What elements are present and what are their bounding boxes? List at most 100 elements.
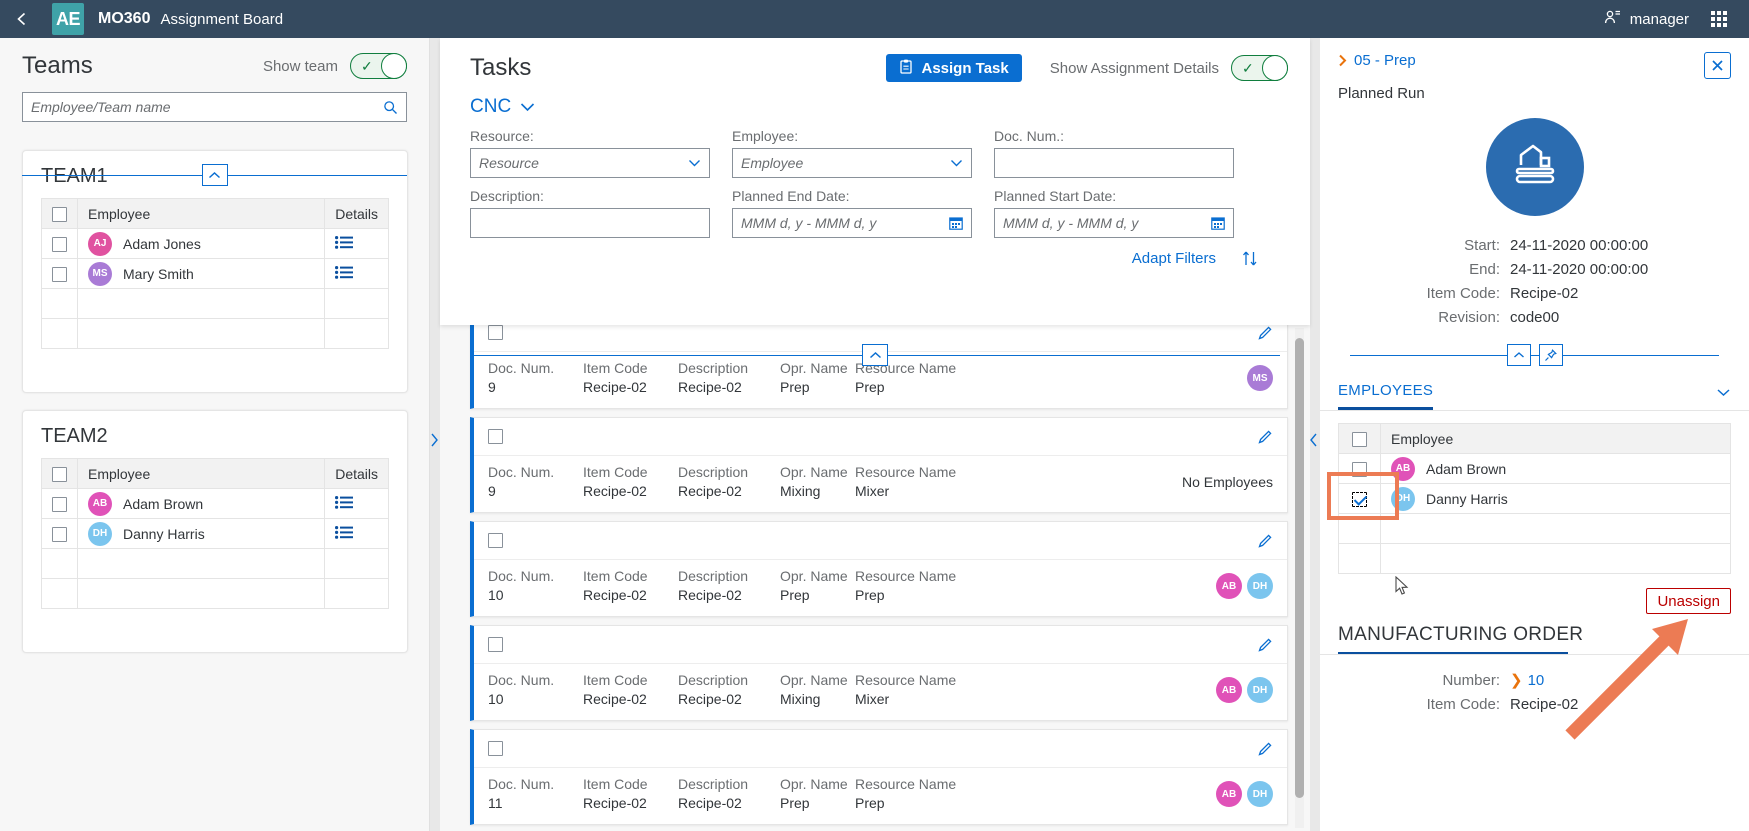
table-row[interactable]: AB Adam Brown (42, 489, 389, 519)
details-list-icon[interactable] (335, 266, 353, 279)
column-header: Resource Name (855, 776, 965, 792)
task-assignees: AB DH (1216, 677, 1273, 703)
detail-header: 05 - Prep (1320, 38, 1749, 79)
task-checkbox[interactable] (488, 741, 503, 756)
chevron-down-icon[interactable] (1716, 388, 1731, 405)
select-all-checkbox[interactable] (52, 207, 67, 222)
field-value[interactable]: ❯10 (1510, 669, 1544, 693)
row-checkbox[interactable] (1352, 462, 1367, 477)
employee-select[interactable]: Employee (732, 148, 972, 178)
adapt-filters-link[interactable]: Adapt Filters (1132, 250, 1216, 267)
pencil-icon[interactable] (1258, 637, 1273, 652)
left-splitter-expand-icon[interactable] (426, 425, 442, 455)
task-assignees: MS (1247, 365, 1273, 391)
task-list-scrollbar-thumb[interactable] (1295, 338, 1304, 798)
group-selector[interactable]: CNC (440, 82, 1310, 118)
chevron-down-icon[interactable] (520, 102, 535, 112)
unassign-button[interactable]: Unassign (1646, 588, 1731, 614)
calendar-icon[interactable] (949, 216, 963, 230)
pencil-icon[interactable] (1258, 429, 1273, 444)
task-card[interactable]: Doc. Num. 10 Item Code Recipe-02 Descrip… (470, 521, 1288, 617)
mo-number-value: 10 (1528, 672, 1545, 689)
chevron-up-icon[interactable] (1507, 344, 1531, 366)
teams-collapse-button[interactable] (202, 164, 228, 186)
grid-apps-icon[interactable] (1711, 11, 1727, 27)
breadcrumb[interactable]: 05 - Prep (1338, 52, 1416, 69)
search-input[interactable] (23, 93, 383, 121)
cell-value: Mixing (780, 483, 845, 499)
resource-select[interactable]: Resource (470, 148, 710, 178)
task-card[interactable]: Doc. Num. 11 Item Code Recipe-02 Descrip… (470, 729, 1288, 825)
details-cell (325, 519, 389, 549)
planned-start-date-input[interactable]: MMM d, y - MMM d, y (994, 208, 1234, 238)
task-checkbox[interactable] (488, 533, 503, 548)
employee-name: Danny Harris (123, 526, 205, 542)
row-checkbox[interactable] (52, 237, 67, 252)
right-splitter-collapse-icon[interactable] (1305, 425, 1321, 455)
cell-value: 10 (488, 691, 573, 707)
avatar: DH (1247, 573, 1273, 599)
task-list[interactable]: Doc. Num. 9 Item Code Recipe-02 Descript… (440, 325, 1310, 831)
row-checkbox[interactable] (52, 497, 67, 512)
task-card[interactable]: Doc. Num. 10 Item Code Recipe-02 Descrip… (470, 625, 1288, 721)
task-checkbox[interactable] (488, 637, 503, 652)
select-all-checkbox[interactable] (1352, 432, 1367, 447)
calendar-icon[interactable] (1211, 216, 1225, 230)
assign-task-button[interactable]: Assign Task (886, 54, 1021, 82)
search-icon[interactable] (383, 100, 406, 115)
column-header: Description (678, 776, 770, 792)
field-key: Revision: (1320, 306, 1510, 330)
task-card[interactable]: Doc. Num. 9 Item Code Recipe-02 Descript… (470, 417, 1288, 513)
task-card[interactable]: Doc. Num. 9 Item Code Recipe-02 Descript… (470, 325, 1288, 409)
row-select-cell (42, 229, 78, 259)
avatar: AJ (88, 232, 112, 256)
details-list-icon[interactable] (335, 496, 353, 509)
tasks-collapse-button[interactable] (862, 344, 888, 366)
close-icon[interactable] (1704, 52, 1731, 79)
avatar: AB (1216, 781, 1242, 807)
task-checkbox[interactable] (488, 429, 503, 444)
filter-row-1: Resource: Resource Employee: Employee (470, 128, 1280, 178)
field-key: Item Code: (1320, 282, 1510, 306)
field-key: Number: (1320, 669, 1510, 693)
doc-num-input[interactable] (994, 148, 1234, 178)
description-input[interactable] (470, 208, 710, 238)
mouse-cursor (1395, 576, 1409, 600)
pencil-icon[interactable] (1258, 533, 1273, 548)
pin-icon[interactable] (1539, 344, 1563, 366)
show-assignment-details-switch[interactable]: ✓ (1231, 55, 1288, 81)
filter-doc-num: Doc. Num.: (994, 128, 1234, 178)
column-header: Description (678, 568, 770, 584)
avatar: MS (1247, 365, 1273, 391)
manufacturing-order-fields: Number: ❯10 Item Code: Recipe-02 (1320, 669, 1749, 717)
filter-label: Description: (470, 188, 710, 204)
select-all-checkbox[interactable] (52, 467, 67, 482)
column-header: Opr. Name (780, 360, 845, 376)
detail-tabs: EMPLOYEES (1320, 382, 1749, 411)
row-checkbox[interactable] (52, 527, 67, 542)
row-checkbox[interactable] (52, 267, 67, 282)
planned-end-date-input[interactable]: MMM d, y - MMM d, y (732, 208, 972, 238)
pencil-icon[interactable] (1258, 325, 1273, 340)
details-list-icon[interactable] (335, 236, 353, 249)
pencil-icon[interactable] (1258, 741, 1273, 756)
search-box[interactable] (22, 92, 407, 122)
row-checkbox[interactable] (1352, 492, 1367, 507)
table-row[interactable]: AJ Adam Jones (42, 229, 389, 259)
sort-icon[interactable] (1242, 250, 1258, 267)
user-menu[interactable]: manager (1604, 9, 1689, 29)
tab-employees[interactable]: EMPLOYEES (1338, 382, 1433, 410)
details-list-icon[interactable] (335, 526, 353, 539)
show-team-switch[interactable]: ✓ (350, 53, 407, 79)
table-row[interactable]: DH Danny Harris (42, 519, 389, 549)
back-icon[interactable] (0, 0, 44, 38)
table-row[interactable]: AB Adam Brown (1339, 454, 1731, 484)
table-row[interactable]: MS Mary Smith (42, 259, 389, 289)
table-row[interactable]: DH Danny Harris (1339, 484, 1731, 514)
chevron-down-icon[interactable] (688, 159, 701, 167)
task-description: Description Recipe-02 (678, 776, 770, 811)
cell-value: Recipe-02 (678, 379, 770, 395)
cell-value: Prep (780, 795, 845, 811)
task-checkbox[interactable] (488, 325, 503, 340)
chevron-down-icon[interactable] (950, 159, 963, 167)
